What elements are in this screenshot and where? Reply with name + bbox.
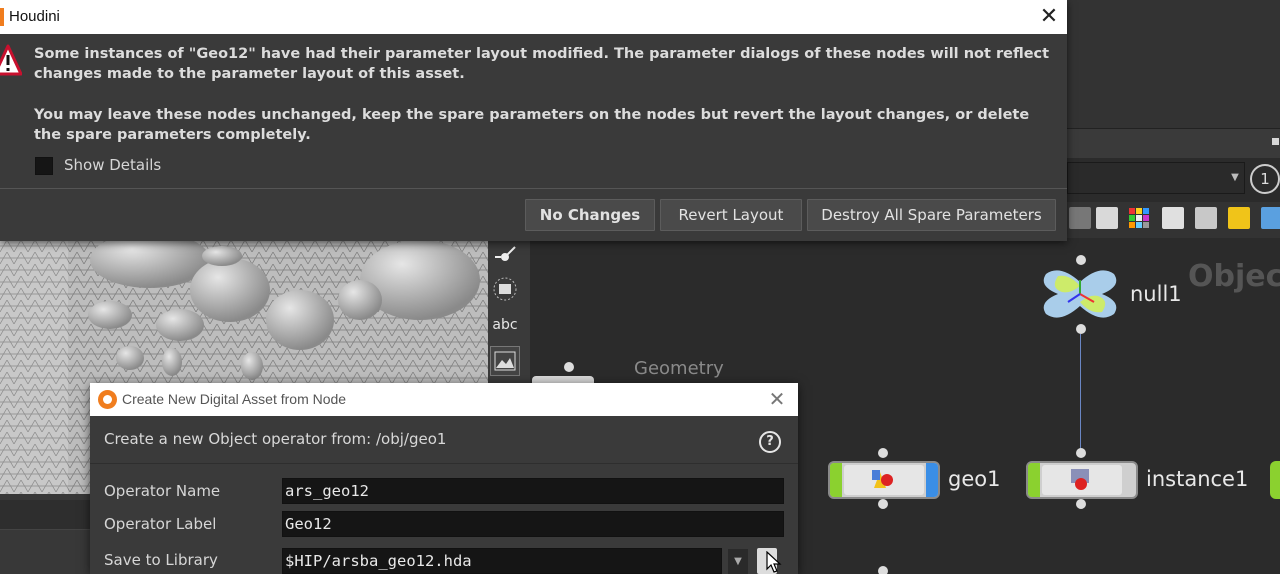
null-node-icon[interactable]	[1040, 266, 1120, 322]
abc-label: abc	[492, 317, 518, 333]
houdini-logo-icon	[98, 390, 117, 409]
library-dropdown-arrow-icon[interactable]: ▼	[728, 549, 748, 574]
geo1-label: geo1	[948, 467, 1001, 491]
null1-output-connector[interactable]	[1076, 324, 1086, 334]
geometry-box-label: Geometry	[634, 358, 724, 379]
background-image-toggle-icon[interactable]	[490, 346, 520, 376]
sticky-note-icon[interactable]	[1228, 207, 1250, 229]
no-changes-button[interactable]: No Changes	[525, 199, 655, 231]
null1-label: null1	[1130, 282, 1182, 306]
operator-label-field[interactable]: Geo12	[282, 511, 784, 537]
dropdown-arrow-icon: ▼	[1231, 172, 1239, 183]
pane-tab-strip	[1067, 128, 1280, 158]
instance1-label: instance1	[1146, 467, 1249, 491]
create-digital-asset-dialog: Create New Digital Asset from Node ✕ Cre…	[90, 383, 798, 574]
warning-message-primary: Some instances of "Geo12" have had their…	[34, 46, 1050, 82]
warning-dialog-title: Houdini	[9, 8, 60, 25]
operator-label-label: Operator Label	[104, 515, 217, 533]
warning-dialog-titlebar[interactable]: Houdini ✕	[0, 0, 1067, 34]
top-right-background	[1067, 0, 1280, 130]
geometry-node-icon	[872, 470, 893, 488]
hda-separator	[90, 463, 798, 464]
operator-name-label: Operator Name	[104, 482, 221, 500]
close-icon[interactable]: ✕	[1038, 4, 1060, 30]
hda-dialog-title: Create New Digital Asset from Node	[122, 391, 347, 407]
null1-input-connector[interactable]	[1076, 255, 1086, 265]
warning-icon	[0, 44, 22, 76]
offscreen-node[interactable]	[1270, 461, 1280, 499]
geo1-input-connector[interactable]	[878, 448, 888, 458]
network-path-dropdown[interactable]	[1067, 162, 1245, 194]
mouse-cursor-icon	[766, 551, 782, 573]
pane-link-indicator[interactable]: 1	[1250, 164, 1280, 194]
color-palette-icon[interactable]	[1128, 207, 1150, 229]
background-image-icon[interactable]	[1261, 207, 1280, 229]
warning-message-secondary: You may leave these nodes unchanged, kee…	[34, 107, 1030, 143]
revert-layout-button[interactable]: Revert Layout	[660, 199, 802, 231]
hda-dialog-titlebar[interactable]: Create New Digital Asset from Node ✕	[90, 383, 798, 416]
help-icon[interactable]: ?	[759, 431, 781, 453]
close-icon[interactable]: ✕	[766, 387, 788, 411]
show-details-checkbox[interactable]	[35, 157, 53, 175]
dialog-divider	[0, 188, 1067, 189]
null1-instance1-wire	[1080, 334, 1081, 451]
geo1-output-connector[interactable]	[878, 499, 888, 509]
network-box-icon[interactable]	[1195, 207, 1217, 229]
instance1-input-connector[interactable]	[1076, 448, 1086, 458]
next-node-connector[interactable]	[878, 566, 888, 574]
display-options-icon[interactable]	[490, 274, 520, 304]
spare-parameters-warning-dialog: Houdini ✕ Some instances of "Geo12" have…	[0, 0, 1067, 241]
save-to-library-label: Save to Library	[104, 551, 218, 569]
geometry-box-connector[interactable]	[564, 362, 574, 372]
show-details-label[interactable]: Show Details	[64, 156, 161, 174]
hda-description: Create a new Object operator from: /obj/…	[104, 430, 447, 448]
houdini-app-icon	[0, 8, 4, 26]
shape-palette-icon[interactable]	[1162, 207, 1184, 229]
table-view-icon[interactable]	[1096, 207, 1118, 229]
pane-menu-icon[interactable]	[1272, 138, 1279, 145]
network-context-heading: Objec	[1188, 259, 1280, 294]
instance-node-icon	[1071, 469, 1089, 490]
instance1-output-connector[interactable]	[1076, 499, 1086, 509]
snap-tool-icon[interactable]	[490, 240, 520, 270]
save-to-library-field[interactable]: $HIP/arsba_geo12.hda	[282, 548, 722, 574]
destroy-spare-parameters-button[interactable]: Destroy All Spare Parameters	[807, 199, 1056, 231]
list-view-icon[interactable]	[1069, 207, 1091, 229]
text-labels-button[interactable]: abc	[490, 310, 520, 340]
operator-name-field[interactable]: ars_geo12	[282, 478, 784, 504]
